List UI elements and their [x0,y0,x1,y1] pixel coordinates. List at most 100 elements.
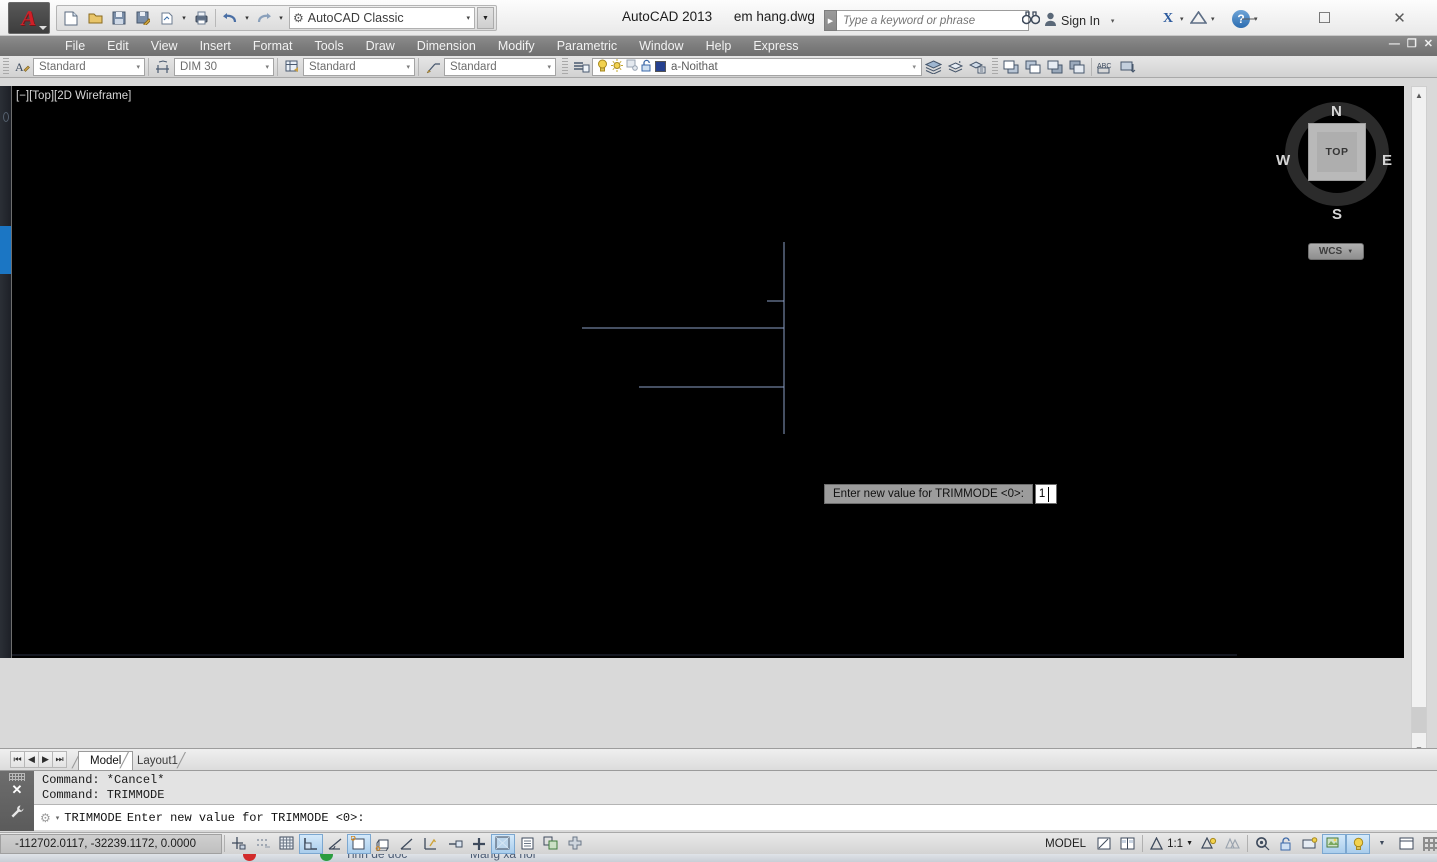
chevron-down-icon[interactable]: ▾ [276,7,286,29]
menu-draw[interactable]: Draw [355,37,406,55]
toolbar-lock-icon[interactable] [1274,834,1298,854]
search-box[interactable] [837,10,1029,31]
chevron-down-icon[interactable]: ▾ [912,63,921,71]
open-file-icon[interactable] [83,7,107,29]
toolbar-grip[interactable] [992,57,998,76]
chevron-down-icon[interactable]: ▾ [1180,15,1184,23]
send-under-object-icon[interactable] [1066,57,1088,77]
dynamic-input-field[interactable]: 1 [1034,484,1057,504]
layer-properties-icon[interactable] [570,57,592,77]
scroll-up-icon[interactable]: ▲ [1412,87,1426,103]
bring-to-front-icon[interactable] [1000,57,1022,77]
customize-wrench-icon[interactable] [10,804,25,822]
transparency-icon[interactable] [491,833,515,854]
autodesk-360-icon[interactable] [1189,10,1208,27]
space-indicator[interactable]: MODEL [1039,838,1092,850]
taskbar-item-label[interactable]: Tinh de doc [345,854,407,861]
mleader-style-combo[interactable]: Standard ▾ [444,57,556,76]
layer-control-combo[interactable]: a-Noithat ▾ [592,57,922,76]
quick-properties-icon[interactable] [515,834,539,854]
command-history[interactable]: Command: *Cancel* Command: TRIMMODE [34,771,1437,804]
snap-mode-icon[interactable] [251,834,275,854]
draworder-by-object-icon[interactable] [1117,57,1139,77]
chevron-down-icon[interactable]: ▾ [132,63,144,71]
redo-icon[interactable] [252,7,276,29]
menu-format[interactable]: Format [242,37,304,55]
palette-highlight[interactable] [0,226,11,274]
status-bar-lightbulb-icon[interactable] [1346,833,1370,854]
table-style-combo[interactable]: Standard ▾ [303,57,415,76]
menu-tools[interactable]: Tools [303,37,354,55]
chevron-down-icon[interactable]: ▼ [1370,834,1394,854]
mleader-style-icon[interactable] [422,57,444,77]
application-menu-button[interactable]: A [8,2,50,34]
lineweight-icon[interactable] [467,834,491,854]
chevron-down-icon[interactable]: ▾ [261,63,273,71]
bring-above-object-icon[interactable] [1044,57,1066,77]
menu-view[interactable]: View [140,37,189,55]
save-icon[interactable] [107,7,131,29]
annotation-visibility-icon[interactable] [1197,834,1221,854]
text-style-icon[interactable]: A [11,57,33,77]
freeze-sun-icon[interactable] [611,58,623,75]
menu-parametric[interactable]: Parametric [546,37,628,55]
isolate-objects-icon[interactable] [1298,834,1322,854]
chevron-down-icon[interactable]: ▾ [179,7,189,29]
window-maximize-button[interactable]: ☐ [1287,0,1362,36]
freeze-viewport-icon[interactable] [626,59,638,74]
drawing-canvas[interactable]: [−][Top][2D Wireframe] TOP N S W E WCS ▼… [11,86,1404,658]
chevron-down-icon[interactable]: ▼ [1186,840,1193,847]
view-cube[interactable]: TOP N S W E WCS ▼ [1269,90,1401,260]
taskbar-app-icon[interactable] [243,854,256,861]
ucs-selector-dropdown[interactable]: WCS ▼ [1308,243,1364,260]
window-close-button[interactable]: ✕ [1362,0,1437,36]
compass-east-label[interactable]: E [1382,152,1392,169]
dim-style-combo[interactable]: DIM 30 ▾ [174,57,274,76]
dynamic-input-tooltip[interactable]: Enter new value for TRIMMODE <0>: 1 [824,484,1057,504]
menu-edit[interactable]: Edit [96,37,140,55]
chevron-down-icon[interactable]: ▾ [56,814,60,822]
menu-help[interactable]: Help [695,37,743,55]
object-snap-tracking-icon[interactable] [395,834,419,854]
object-snap-icon[interactable] [347,833,371,854]
menu-dimension[interactable]: Dimension [406,37,487,55]
layer-color-swatch[interactable] [655,61,666,72]
previous-tab-icon[interactable]: ◀ [24,751,39,768]
dynamic-input-icon[interactable] [443,834,467,854]
close-icon[interactable]: ✕ [12,783,23,796]
lightbulb-icon[interactable] [597,59,608,75]
unlock-icon[interactable] [641,59,652,75]
save-as-icon[interactable] [131,7,155,29]
toolbar-grip[interactable] [3,57,9,76]
palette-handle[interactable] [3,112,9,122]
chevron-down-icon[interactable]: ▾ [543,63,555,71]
view-cube-top-face[interactable]: TOP [1308,123,1366,181]
chevron-down-icon[interactable]: ▾ [242,7,252,29]
resize-grip-icon[interactable] [1423,836,1437,851]
first-tab-icon[interactable]: ⏮ [10,751,25,768]
window-minimize-button[interactable]: — [1212,0,1287,36]
auto-add-scales-icon[interactable] [1221,834,1245,854]
taskbar-app-icon[interactable] [320,854,333,861]
exchange-apps-icon[interactable]: X [1163,11,1173,27]
make-object-layer-current-icon[interactable] [944,57,966,77]
compass-north-label[interactable]: N [1331,103,1342,120]
layout-space-icon[interactable] [1116,834,1140,854]
menu-file[interactable]: File [54,37,96,55]
compass-west-label[interactable]: W [1276,152,1290,169]
search-icon[interactable] [1021,11,1041,28]
doc-close-button[interactable]: ✕ [1424,37,1433,50]
chevron-down-icon[interactable]: ▾ [402,63,414,71]
workspace-switching-icon[interactable] [1250,834,1274,854]
layer-states-icon[interactable] [966,57,988,77]
menu-insert[interactable]: Insert [189,37,242,55]
vertical-scroll-thumb[interactable] [1412,707,1426,733]
coordinate-display[interactable]: -112702.0117, -32239.1172, 0.0000 [0,833,222,854]
text-to-front-icon[interactable]: ABC [1095,57,1117,77]
search-expand-icon[interactable]: ▶ [824,10,837,31]
collapsed-palette-strip[interactable] [0,86,11,658]
qat-customize-button[interactable]: ▼ [477,7,494,29]
taskbar-item-label[interactable]: Mang xa hoi [470,854,535,861]
plot-preview-icon[interactable] [155,7,179,29]
infer-constraints-icon[interactable] [227,834,251,854]
